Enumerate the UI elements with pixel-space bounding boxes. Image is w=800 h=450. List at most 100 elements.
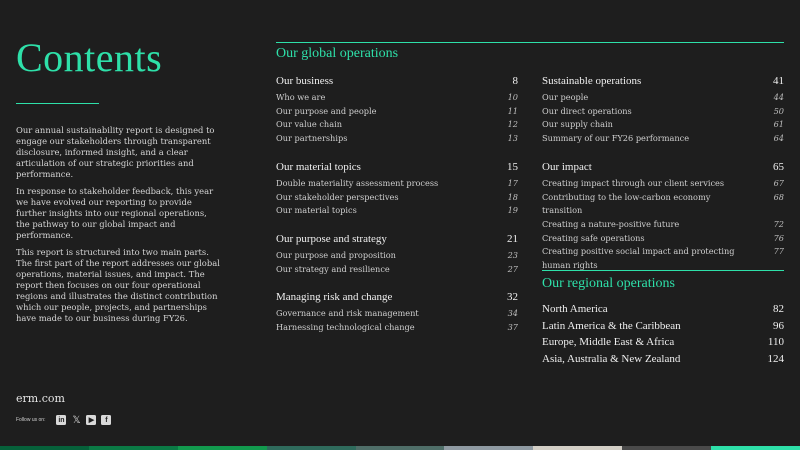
toc-group-title: Our material topics bbox=[276, 160, 361, 173]
title-divider bbox=[16, 103, 99, 104]
toc-item-page: 10 bbox=[507, 92, 518, 102]
toc-item-page: 77 bbox=[773, 246, 784, 257]
toc-item-label: Our direct operations bbox=[542, 105, 632, 116]
color-bar-segment bbox=[711, 446, 800, 450]
region-item[interactable]: Asia, Australia & New Zealand 124 bbox=[542, 353, 784, 370]
toc-item[interactable]: Our supply chain 61 bbox=[542, 118, 784, 132]
toc-item[interactable]: Harnessing technological change 37 bbox=[276, 321, 518, 335]
toc-item-label: Our value chain bbox=[276, 119, 342, 130]
toc-group: Our material topics 15 Double materiality … bbox=[276, 158, 518, 218]
toc-item-page: 68 bbox=[773, 191, 784, 202]
toc-item-page: 44 bbox=[773, 92, 784, 102]
toc-item[interactable]: Our purpose and people 11 bbox=[276, 105, 518, 119]
toc-item-label: Harnessing technological change bbox=[276, 322, 415, 333]
regional-list: North America 82 Latin America & the Carib… bbox=[542, 303, 784, 369]
toc-item-page: 37 bbox=[507, 322, 518, 333]
region-item[interactable]: North America 82 bbox=[542, 303, 784, 320]
toc-group-title: Sustainable operations bbox=[542, 75, 642, 87]
color-bar-segment bbox=[177, 446, 267, 450]
follow-label: Follow us on: bbox=[16, 417, 46, 423]
toc-group-heading[interactable]: Our business 8 bbox=[276, 72, 518, 87]
toc-item-page: 23 bbox=[507, 249, 518, 260]
toc-item-label: Our supply chain bbox=[542, 119, 613, 130]
region-label: North America bbox=[542, 303, 608, 315]
toc-item[interactable]: Our purpose and proposition 23 bbox=[276, 249, 518, 263]
toc-item[interactable]: Creating a nature-positive future 72 bbox=[542, 218, 784, 232]
toc-item[interactable]: Our stakeholder perspectives 18 bbox=[276, 191, 518, 205]
toc-group-page: 65 bbox=[773, 160, 784, 173]
toc-item-label: Contributing to the low-carbon economy t… bbox=[542, 191, 711, 216]
toc-item-label: Our partnerships bbox=[276, 133, 348, 144]
toc-item-label: Double materiality assessment process bbox=[276, 177, 439, 188]
toc-item[interactable]: Governance and risk management 34 bbox=[276, 307, 518, 321]
toc-group-heading[interactable]: Sustainable operations 41 bbox=[542, 72, 784, 87]
toc-item-page: 72 bbox=[773, 218, 784, 229]
color-bar bbox=[0, 446, 800, 450]
toc-group: Our business 8 Who we are 10 Our purpose and… bbox=[276, 72, 518, 146]
toc-item-page: 18 bbox=[507, 191, 518, 202]
toc-item-label: Our stakeholder perspectives bbox=[276, 191, 399, 202]
toc-group-heading[interactable]: Managing risk and change 32 bbox=[276, 288, 518, 303]
toc-group-heading[interactable]: Our impact 65 bbox=[542, 158, 784, 173]
toc-item[interactable]: Creating safe operations 76 bbox=[542, 232, 784, 246]
toc-item[interactable]: Our people 44 bbox=[542, 91, 784, 105]
toc-group-page: 8 bbox=[512, 75, 519, 87]
youtube-icon[interactable]: ▶ bbox=[86, 415, 97, 425]
region-label: Europe, Middle East & Africa bbox=[542, 336, 675, 348]
toc-group: Managing risk and change 32 Governance and… bbox=[276, 288, 518, 334]
toc-group-heading[interactable]: Our material topics 15 bbox=[276, 158, 518, 173]
toc-column-right: Sustainable operations 41 Our people 44 Our … bbox=[542, 72, 784, 285]
region-page: 110 bbox=[767, 336, 784, 348]
toc-item[interactable]: Who we are 10 bbox=[276, 91, 518, 105]
color-bar-segment bbox=[533, 446, 623, 450]
toc-item[interactable]: Our partnerships 13 bbox=[276, 132, 518, 146]
toc-item[interactable]: Creating impact through our client servi… bbox=[542, 177, 784, 191]
toc-item[interactable]: Our value chain 12 bbox=[276, 118, 518, 132]
toc-item-label: Who we are bbox=[276, 92, 326, 102]
toc-item-page: 76 bbox=[773, 232, 784, 243]
social-bar: Follow us on: in 𝕏 ▶ f bbox=[16, 415, 112, 426]
region-item[interactable]: Latin America & the Caribbean 96 bbox=[542, 320, 784, 337]
color-bar-segment bbox=[622, 446, 712, 450]
region-label: Latin America & the Caribbean bbox=[542, 319, 681, 332]
toc-item-label: Creating positive social impact and prot… bbox=[542, 246, 735, 271]
toc-group-page: 21 bbox=[507, 232, 518, 245]
toc-group-page: 41 bbox=[773, 75, 784, 87]
color-bar-segment bbox=[0, 446, 89, 450]
toc-item-label: Creating a nature-positive future bbox=[542, 218, 680, 229]
color-bar-segment bbox=[266, 446, 356, 450]
toc-column-left: Our business 8 Who we are 10 Our purpose and… bbox=[276, 72, 518, 347]
linkedin-icon[interactable]: in bbox=[56, 415, 67, 425]
toc-item[interactable]: Creating positive social impact and prot… bbox=[542, 245, 784, 272]
intro-paragraph: This report is structured into two main … bbox=[16, 247, 220, 323]
toc-item-page: 19 bbox=[507, 205, 518, 216]
x-icon[interactable]: 𝕏 bbox=[71, 415, 81, 426]
intro-paragraph: In response to stakeholder feedback, thi… bbox=[16, 186, 214, 240]
toc-group-title: Our impact bbox=[542, 160, 592, 173]
toc-item[interactable]: Summary of our FY26 performance 64 bbox=[542, 132, 784, 146]
toc-item[interactable]: Our strategy and resilience 27 bbox=[276, 263, 518, 277]
toc-item[interactable]: Contributing to the low-carbon economy t… bbox=[542, 191, 784, 218]
toc-item[interactable]: Our direct operations 50 bbox=[542, 105, 784, 119]
global-operations-heading: Our global operations bbox=[276, 46, 399, 61]
toc-item-label: Our material topics bbox=[276, 205, 357, 216]
toc-group: Our impact 65 Creating impact through our … bbox=[542, 158, 784, 273]
toc-group-heading[interactable]: Our purpose and strategy 21 bbox=[276, 230, 518, 245]
toc-item-page: 34 bbox=[507, 308, 518, 319]
toc-item[interactable]: Our material topics 19 bbox=[276, 204, 518, 218]
toc-item-label: Our people bbox=[542, 92, 589, 102]
color-bar-segment bbox=[355, 446, 445, 450]
website-link[interactable]: erm.com bbox=[16, 392, 65, 405]
toc-item-label: Governance and risk management bbox=[276, 308, 419, 319]
facebook-icon[interactable]: f bbox=[101, 415, 112, 425]
toc-item-label: Our purpose and proposition bbox=[276, 249, 396, 260]
toc-item-page: 64 bbox=[773, 133, 784, 144]
toc-group-page: 15 bbox=[507, 160, 518, 173]
toc-item-page: 11 bbox=[507, 105, 518, 116]
region-item[interactable]: Europe, Middle East & Africa 110 bbox=[542, 336, 784, 353]
intro-paragraph: Our annual sustainability report is desi… bbox=[16, 125, 215, 179]
toc-item-label: Creating safe operations bbox=[542, 232, 645, 243]
toc-item-page: 61 bbox=[773, 119, 784, 130]
toc-item[interactable]: Double materiality assessment process 17 bbox=[276, 177, 518, 191]
page-title: Contents bbox=[16, 35, 163, 80]
